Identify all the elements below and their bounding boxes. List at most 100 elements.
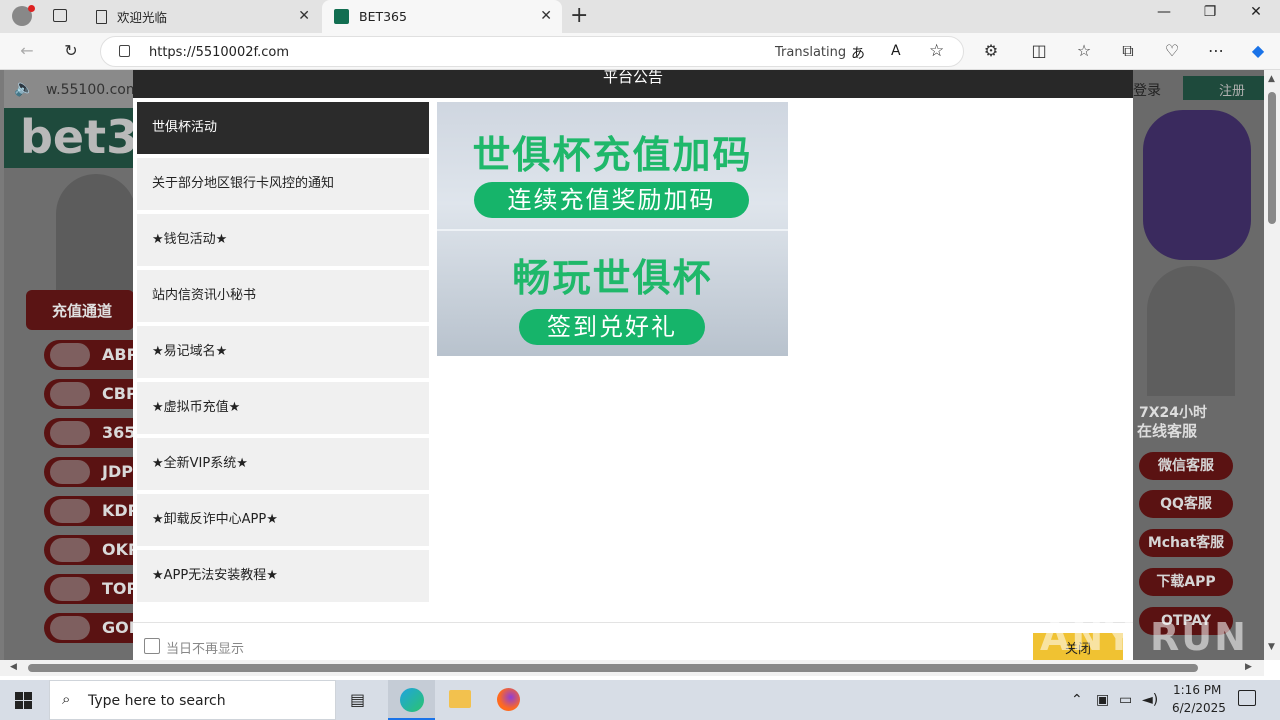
back-icon[interactable]: ←: [16, 41, 38, 60]
read-aloud-icon[interactable]: A: [891, 43, 901, 59]
restore-icon[interactable]: ❐: [1187, 4, 1233, 28]
task-view-icon[interactable]: ▤: [350, 690, 365, 709]
scroll-right-arrow[interactable]: ▶: [1245, 662, 1252, 672]
banner-bottom-title: 畅玩世俱杯: [512, 256, 713, 300]
collections-icon[interactable]: ⧉: [1117, 41, 1139, 61]
payment-channel-cbp[interactable]: CBP: [44, 379, 139, 409]
menu-item-site-messages[interactable]: 站内信资讯小秘书: [137, 270, 429, 322]
minimize-icon[interactable]: —: [1141, 4, 1187, 28]
menu-item-vip-system[interactable]: ★全新VIP系统★: [137, 438, 429, 490]
announcement-modal: 平台公告 世俱杯活动 关于部分地区银行卡风控的通知 ★钱包活动★ 站内信资讯小秘…: [133, 70, 1133, 660]
download-app-button[interactable]: 下载APP: [1139, 568, 1233, 596]
taskbar-search-box[interactable]: ⌕ Type here to search: [49, 680, 336, 720]
menu-item-uninstall-anti-fraud[interactable]: ★卸载反诈中心APP★: [137, 494, 429, 546]
banner-top-title: 世俱杯充值加码: [472, 133, 753, 177]
banner-top-section: 世俱杯充值加码 连续充值奖励加码: [437, 102, 788, 229]
lock-icon: [119, 45, 130, 57]
dont-show-today-checkbox[interactable]: [144, 638, 160, 654]
browser-toolbar: ← ↻ https://5510002f.com Translating あ A…: [0, 33, 1280, 70]
payment-channel-abp[interactable]: ABP: [44, 340, 139, 370]
support-model-image: [1147, 266, 1235, 396]
translate-icon[interactable]: あ: [851, 43, 865, 63]
performance-icon[interactable]: ♡: [1161, 41, 1183, 60]
clock-date[interactable]: 6/2/2025: [1172, 701, 1226, 715]
edge-taskbar-item[interactable]: [388, 680, 435, 720]
vertical-scroll-thumb[interactable]: [1268, 92, 1276, 224]
mchat-support-button[interactable]: Mchat客服: [1139, 529, 1233, 557]
bet365-favicon: [334, 9, 349, 24]
banner-bottom-section: 畅玩世俱杯 签到兑好礼: [437, 229, 788, 356]
left-side-panel: 🔈 w.55100.com bet3 充值通道 ABP CBP 365P JDP…: [4, 70, 147, 660]
horizontal-scroll-thumb[interactable]: [28, 664, 1198, 672]
scroll-up-arrow[interactable]: ▲: [1268, 74, 1275, 84]
menu-item-easy-domain[interactable]: ★易记域名★: [137, 326, 429, 378]
dont-show-today-label[interactable]: 当日不再显示: [166, 638, 244, 657]
marquee-url: w.55100.com: [46, 82, 140, 98]
web-page: 🔈 w.55100.com bet3 充值通道 ABP CBP 365P JDP…: [0, 70, 1264, 660]
tab-welcome[interactable]: 欢迎光临 ✕: [84, 0, 320, 33]
tab-actions-icon[interactable]: [53, 9, 67, 22]
service-hours-line1: 7X24小时: [1139, 405, 1208, 421]
modal-title: 平台公告: [602, 70, 663, 86]
favorite-star-icon[interactable]: ☆: [929, 41, 944, 61]
close-tab-icon[interactable]: ✕: [298, 8, 310, 24]
abp-icon: [50, 343, 90, 367]
payment-channel-365p[interactable]: 365P: [44, 418, 147, 448]
banner-bottom-pill: 签到兑好礼: [519, 309, 705, 345]
qq-support-button[interactable]: QQ客服: [1139, 490, 1233, 518]
payment-channel-top[interactable]: TOP: [44, 574, 139, 604]
notifications-icon[interactable]: [1238, 690, 1256, 706]
kdp-icon: [50, 499, 90, 523]
menu-item-app-install-guide[interactable]: ★APP无法安装教程★: [137, 550, 429, 602]
login-link[interactable]: 登录: [1133, 80, 1161, 100]
scroll-left-arrow[interactable]: ◀: [10, 662, 17, 672]
jdp-icon: [50, 460, 90, 484]
menu-item-bank-card-notice[interactable]: 关于部分地区银行卡风控的通知: [137, 158, 429, 210]
wechat-support-button[interactable]: 微信客服: [1139, 452, 1233, 480]
copilot-icon[interactable]: ◆: [1247, 41, 1269, 60]
refresh-icon[interactable]: ↻: [60, 41, 82, 60]
payment-channel-gop[interactable]: GOP: [44, 613, 140, 643]
register-link[interactable]: 注册: [1219, 80, 1245, 99]
firefox-icon[interactable]: [497, 688, 520, 711]
windows-taskbar: ⌕ Type here to search ▤ ⌃ ▣ ▭ ◄) 1:16 PM…: [0, 680, 1280, 720]
menu-item-crypto-deposit[interactable]: ★虚拟币充值★: [137, 382, 429, 434]
menu-item-club-world-cup[interactable]: 世俱杯活动: [137, 102, 429, 154]
translating-label[interactable]: Translating: [775, 45, 846, 60]
favorites-icon[interactable]: ☆: [1073, 41, 1095, 60]
promo-banner-image: 世俱杯充值加码 连续充值奖励加码 畅玩世俱杯 签到兑好礼: [437, 102, 788, 356]
address-bar[interactable]: https://5510002f.com Translating あ A ☆: [100, 36, 964, 67]
vertical-scrollbar[interactable]: ▲ ▼: [1264, 70, 1280, 660]
close-tab-icon[interactable]: ✕: [540, 8, 552, 24]
volume-icon[interactable]: ◄): [1142, 692, 1158, 708]
tab-title: 欢迎光临: [117, 10, 168, 25]
tray-device-icon[interactable]: ▣: [1096, 692, 1109, 708]
modal-footer: 当日不再显示 关闭: [133, 622, 1133, 660]
split-screen-icon[interactable]: ◫: [1028, 41, 1050, 60]
edge-icon: [400, 688, 424, 712]
clock-time[interactable]: 1:16 PM: [1173, 683, 1221, 697]
extensions-icon[interactable]: ⚙: [980, 41, 1002, 60]
horizontal-scrollbar[interactable]: ◀ ▶: [0, 660, 1264, 676]
payment-channel-okp[interactable]: OKP: [44, 535, 140, 565]
tray-overflow-icon[interactable]: ⌃: [1071, 692, 1083, 708]
banner-top-pill: 连续充值奖励加码: [474, 182, 749, 218]
network-icon[interactable]: ▭: [1119, 692, 1132, 708]
page-icon: [96, 9, 107, 24]
service-hours-line2: 在线客服: [1137, 422, 1198, 440]
windows-start-icon[interactable]: [15, 692, 32, 709]
new-tab-button[interactable]: +: [570, 3, 588, 28]
scroll-down-arrow[interactable]: ▼: [1268, 642, 1275, 652]
menu-item-wallet-promo[interactable]: ★钱包活动★: [137, 214, 429, 266]
more-menu-icon[interactable]: ⋯: [1205, 41, 1227, 60]
window-close-icon[interactable]: ✕: [1233, 4, 1279, 28]
payment-channel-jdp[interactable]: JDP: [44, 457, 139, 487]
file-explorer-icon[interactable]: [449, 690, 471, 708]
url-text[interactable]: https://5510002f.com: [149, 45, 289, 60]
search-placeholder: Type here to search: [88, 693, 226, 709]
anyrun-watermark: ANY RUN: [1040, 615, 1248, 659]
payment-channel-kdp[interactable]: KDP: [44, 496, 139, 526]
okp-icon: [50, 538, 90, 562]
tab-bet365[interactable]: BET365 ✕: [322, 0, 562, 33]
site-logo[interactable]: bet3: [20, 110, 138, 164]
